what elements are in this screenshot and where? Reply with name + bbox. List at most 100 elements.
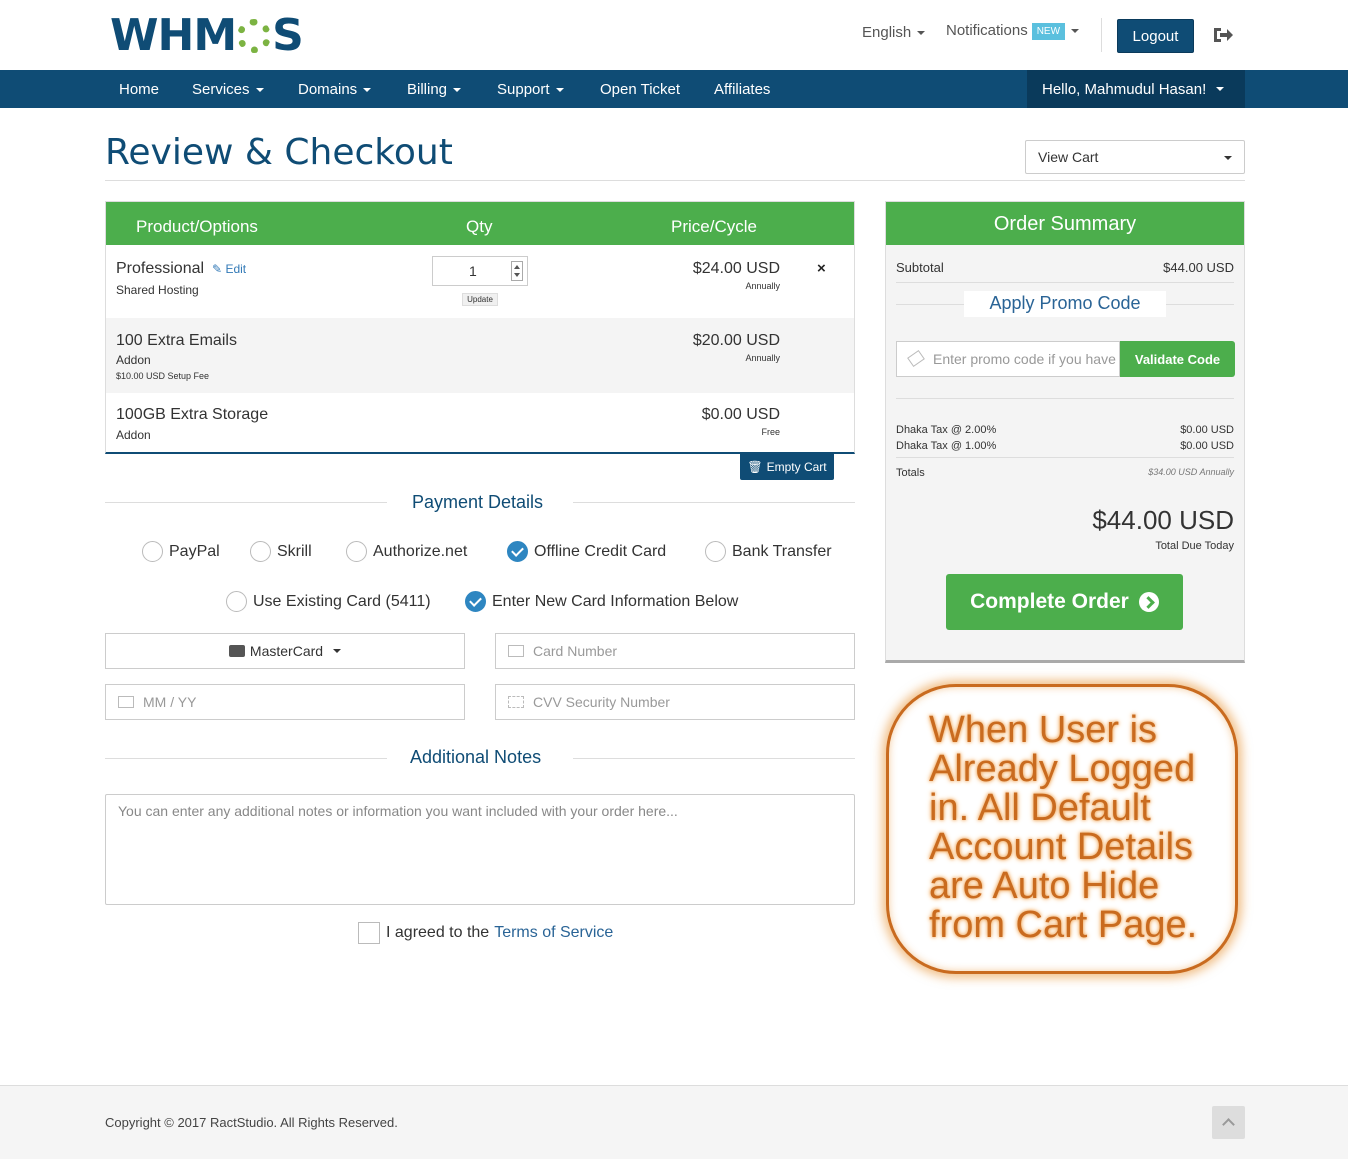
divider <box>573 502 855 503</box>
cvv-field[interactable]: CVV Security Number <box>495 684 855 720</box>
gateway-label: Authorize.net <box>373 542 468 560</box>
empty-cart-label: Empty Cart <box>766 460 827 474</box>
tax-value: $0.00 USD <box>1180 440 1234 452</box>
chevron-down-icon <box>917 31 926 36</box>
language-dropdown[interactable]: English <box>862 24 926 41</box>
chevron-down-icon <box>1071 29 1080 34</box>
credit-card-icon <box>508 645 524 657</box>
divider <box>105 180 1245 181</box>
gateway-label: Skrill <box>277 542 312 560</box>
divider <box>105 502 387 503</box>
nav-services-label: Services <box>192 81 250 98</box>
notes-textarea[interactable]: You can enter any additional notes or in… <box>105 794 855 905</box>
radio-button[interactable] <box>705 541 726 562</box>
radio-button[interactable] <box>142 541 163 562</box>
nav-home[interactable]: Home <box>119 81 159 98</box>
radio-button[interactable] <box>226 591 247 612</box>
chevron-down-icon <box>363 88 372 93</box>
copyright-text: Copyright © 2017 RactStudio. All Rights … <box>105 1115 398 1130</box>
whmcs-logo[interactable]: WHM S <box>110 10 304 61</box>
product-group: Shared Hosting <box>116 283 199 297</box>
nav-support-label: Support <box>497 81 550 98</box>
page-title: Review & Checkout <box>105 132 453 173</box>
gateway-label: PayPal <box>169 542 220 560</box>
column-header: Price/Cycle <box>671 217 757 236</box>
radio-checked-icon[interactable] <box>465 591 486 612</box>
item-price: $20.00 USD <box>692 332 780 349</box>
divider <box>896 398 1234 399</box>
table-row: Professional ✎ Edit Shared Hosting 1 Upda… <box>106 245 854 318</box>
nav-affiliates[interactable]: Affiliates <box>714 81 770 98</box>
chevron-down-icon <box>453 88 462 93</box>
enter-new-card[interactable]: Enter New Card Information Below <box>465 591 738 612</box>
use-existing-card[interactable]: Use Existing Card (5411) <box>226 591 431 612</box>
gear-icon <box>237 19 272 53</box>
language-label: English <box>862 24 912 41</box>
annotation-text: When User is Already Logged in. All Defa… <box>929 709 1198 946</box>
subtotal-label: Subtotal <box>896 260 944 275</box>
annotation-callout: When User is Already Logged in. All Defa… <box>886 684 1238 974</box>
divider <box>1101 18 1102 52</box>
setup-fee: $10.00 USD Setup Fee <box>116 371 210 381</box>
radio-button[interactable] <box>346 541 367 562</box>
barcode-icon <box>508 696 524 708</box>
column-header: Qty <box>466 217 493 236</box>
back-to-top-button[interactable] <box>1212 1106 1245 1139</box>
complete-order-button[interactable]: Complete Order <box>946 574 1183 630</box>
main-navbar: Home Services Domains Billing Support Op… <box>0 70 1348 108</box>
cart-table: Product/Options Qty Price/Cycle Professi… <box>105 201 855 454</box>
update-button[interactable]: Update <box>462 293 498 306</box>
gateway-bank-transfer[interactable]: Bank Transfer <box>705 541 832 562</box>
empty-cart-button[interactable]: 🗑 Empty Cart <box>740 454 834 480</box>
top-header: WHM S English Notifications NEW Logout <box>0 0 1348 70</box>
quantity-input[interactable]: 1 <box>432 256 528 286</box>
cart-table-header: Product/Options Qty Price/Cycle <box>106 202 854 245</box>
order-summary-panel: Order Summary Subtotal $44.00 USD Apply … <box>885 201 1245 663</box>
user-menu[interactable]: Hello, Mahmudul Hasan! <box>1027 70 1245 108</box>
tax-value: $0.00 USD <box>1180 424 1234 436</box>
tax-label: Dhaka Tax @ 1.00% <box>896 440 997 452</box>
notifications-dropdown[interactable]: Notifications NEW <box>946 22 1080 40</box>
chevron-down-icon <box>555 88 564 93</box>
nav-services[interactable]: Services <box>192 81 264 98</box>
spinner-icon[interactable] <box>511 261 523 281</box>
product-name: 100GB Extra Storage <box>116 406 269 423</box>
item-price: $24.00 USD <box>692 260 780 277</box>
gateway-skrill[interactable]: Skrill <box>250 541 312 562</box>
nav-open-ticket[interactable]: Open Ticket <box>600 81 680 98</box>
tos-link[interactable]: Terms of Service <box>494 924 613 942</box>
remove-item-icon[interactable]: × <box>817 260 826 277</box>
table-row: 100GB Extra Storage Addon $0.00 USD Free <box>106 393 854 453</box>
expiry-field[interactable]: MM / YY <box>105 684 465 720</box>
logout-button[interactable]: Logout <box>1117 19 1194 53</box>
table-row: 100 Extra Emails Addon $10.00 USD Setup … <box>106 318 854 393</box>
validate-code-button[interactable]: Validate Code <box>1120 341 1235 377</box>
promo-code-input[interactable]: Enter promo code if you have one <box>896 341 1120 377</box>
view-cart-select[interactable]: View Cart <box>1025 140 1245 174</box>
sign-out-icon[interactable] <box>1212 25 1234 45</box>
tax-label: Dhaka Tax @ 2.00% <box>896 424 997 436</box>
radio-button[interactable] <box>250 541 271 562</box>
gateway-paypal[interactable]: PayPal <box>142 541 220 562</box>
promo-placeholder: Enter promo code if you have one <box>933 351 1119 367</box>
card-type-select[interactable]: MasterCard <box>105 633 465 669</box>
nav-billing[interactable]: Billing <box>407 81 462 98</box>
total-due-amount: $44.00 USD <box>1092 505 1234 535</box>
chevron-down-icon <box>333 649 342 653</box>
nav-support[interactable]: Support <box>497 81 564 98</box>
cvv-placeholder: CVV Security Number <box>533 694 670 710</box>
gateway-authorize-net[interactable]: Authorize.net <box>346 541 467 562</box>
complete-order-label: Complete Order <box>970 590 1129 613</box>
radio-checked-icon[interactable] <box>507 541 528 562</box>
tos-checkbox[interactable] <box>358 922 380 944</box>
edit-link[interactable]: ✎ Edit <box>212 262 246 276</box>
divider <box>105 758 387 759</box>
new-badge: NEW <box>1031 22 1066 40</box>
totals-label: Totals <box>896 467 925 479</box>
view-cart-label: View Cart <box>1038 149 1099 165</box>
total-due-label: Total Due Today <box>1155 540 1234 552</box>
gateway-offline-credit-card[interactable]: Offline Credit Card <box>507 541 666 562</box>
nav-domains[interactable]: Domains <box>298 81 372 98</box>
card-number-field[interactable]: Card Number <box>495 633 855 669</box>
totals-recurring: $34.00 USD Annually <box>1148 467 1234 477</box>
